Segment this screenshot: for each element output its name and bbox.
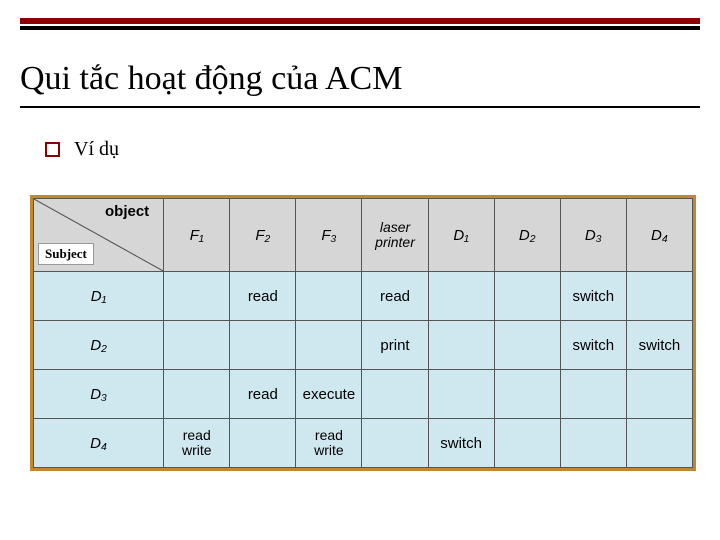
cell: read [362, 272, 428, 321]
cell [362, 370, 428, 419]
cell: switch [626, 321, 692, 370]
cell [164, 272, 230, 321]
title-underline [20, 106, 700, 108]
slide-title: Qui tắc hoạt động của ACM [20, 60, 402, 98]
cell [296, 321, 362, 370]
table-row: D₃ read execute [34, 370, 693, 419]
bullet-row: Ví dụ [45, 138, 119, 161]
table-row: D₂ print switch switch [34, 321, 693, 370]
cell: print [362, 321, 428, 370]
table-row: D₄ read write read write switch [34, 419, 693, 468]
cell [560, 370, 626, 419]
cell: switch [560, 272, 626, 321]
cell [428, 370, 494, 419]
cell [428, 321, 494, 370]
cell [494, 370, 560, 419]
col-header: F₁ [164, 199, 230, 272]
corner-object-label: object [105, 203, 149, 220]
cell [494, 272, 560, 321]
col-header: D₃ [560, 199, 626, 272]
row-label: D₂ [34, 321, 164, 370]
cell [428, 272, 494, 321]
row-label: D₁ [34, 272, 164, 321]
cell [494, 419, 560, 468]
cell: read write [296, 419, 362, 468]
cell [164, 370, 230, 419]
cell: switch [560, 321, 626, 370]
col-header: D₁ [428, 199, 494, 272]
cell [626, 272, 692, 321]
bullet-icon [45, 142, 60, 157]
cell [560, 419, 626, 468]
row-label: D₄ [34, 419, 164, 468]
cell [164, 321, 230, 370]
table-row: D₁ read read switch [34, 272, 693, 321]
corner-subject-label: Subject [38, 243, 94, 265]
cell [494, 321, 560, 370]
col-header: F₃ [296, 199, 362, 272]
cell: switch [428, 419, 494, 468]
cell [296, 272, 362, 321]
bullet-text: Ví dụ [74, 138, 119, 161]
cell: read [230, 272, 296, 321]
cell [362, 419, 428, 468]
decorative-top-bars [20, 18, 700, 30]
cell [626, 419, 692, 468]
col-header: D₄ [626, 199, 692, 272]
col-header: F₂ [230, 199, 296, 272]
row-label: D₃ [34, 370, 164, 419]
cell: execute [296, 370, 362, 419]
cell [230, 419, 296, 468]
corner-cell: object Subject [34, 199, 164, 272]
acm-table: object Subject F₁ F₂ F₃ laser printer D₁… [30, 195, 696, 471]
table-header-row: object Subject F₁ F₂ F₃ laser printer D₁… [34, 199, 693, 272]
cell [230, 321, 296, 370]
col-header: laser printer [362, 199, 428, 272]
cell [626, 370, 692, 419]
cell: read write [164, 419, 230, 468]
cell: read [230, 370, 296, 419]
col-header: D₂ [494, 199, 560, 272]
